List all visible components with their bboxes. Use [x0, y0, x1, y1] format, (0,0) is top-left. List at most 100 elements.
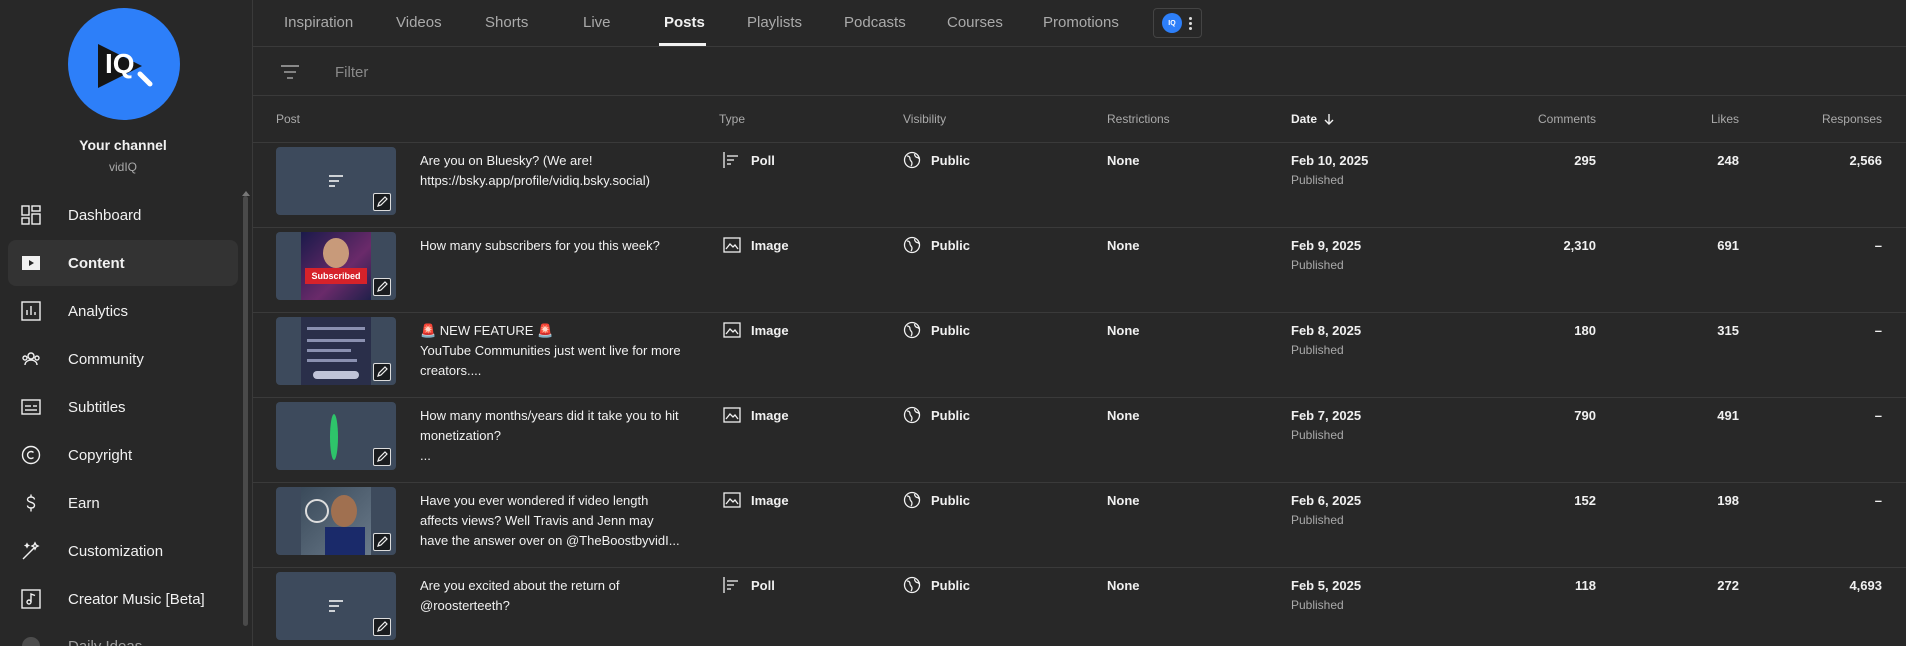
- sidebar-item-subtitles[interactable]: Subtitles: [8, 384, 238, 430]
- responses-cell: –: [1874, 238, 1882, 253]
- type-label: Image: [751, 237, 789, 253]
- header-post[interactable]: Post: [276, 112, 300, 126]
- text-post-icon: [326, 598, 346, 619]
- visibility-cell[interactable]: Public: [903, 321, 970, 339]
- visibility-cell[interactable]: Public: [903, 236, 970, 254]
- responses-cell: –: [1874, 323, 1882, 338]
- header-date[interactable]: Date: [1291, 112, 1335, 126]
- post-text[interactable]: 🚨 NEW FEATURE 🚨 YouTube Communities just…: [420, 321, 682, 381]
- type-label: Poll: [751, 577, 775, 593]
- edit-icon[interactable]: [373, 193, 391, 211]
- creator-music-icon: [21, 589, 41, 609]
- visibility-cell[interactable]: Public: [903, 151, 970, 169]
- post-text[interactable]: Are you on Bluesky? (We are! https://bsk…: [420, 151, 682, 191]
- sidebar-item-dashboard[interactable]: Dashboard: [8, 192, 238, 238]
- post-thumbnail[interactable]: [276, 317, 396, 385]
- sidebar-item-label: Daily Ideas: [68, 637, 143, 646]
- subtitles-icon: [21, 397, 41, 417]
- post-thumbnail[interactable]: [276, 572, 396, 640]
- header-restrictions[interactable]: Restrictions: [1107, 112, 1170, 126]
- filter-input[interactable]: [335, 62, 735, 82]
- sidebar-item-creator-music[interactable]: Creator Music [Beta]: [8, 576, 238, 622]
- image-icon: [723, 491, 741, 509]
- sidebar-item-community[interactable]: Community: [8, 336, 238, 382]
- table-row[interactable]: Have you ever wondered if video length a…: [253, 483, 1906, 568]
- visibility-cell[interactable]: Public: [903, 491, 970, 509]
- date-cell: Feb 10, 2025: [1291, 153, 1369, 168]
- type-label: Poll: [751, 152, 775, 168]
- comments-cell[interactable]: 295: [1574, 153, 1596, 168]
- filter-icon[interactable]: [280, 62, 300, 82]
- globe-icon: [903, 236, 921, 254]
- table-row[interactable]: Subscribed How many subscribers for you t…: [253, 228, 1906, 313]
- header-responses[interactable]: Responses: [1822, 112, 1882, 126]
- comments-cell[interactable]: 180: [1574, 323, 1596, 338]
- tab-inspiration[interactable]: Inspiration: [284, 14, 353, 31]
- tab-shorts[interactable]: Shorts: [485, 14, 528, 31]
- edit-icon[interactable]: [373, 533, 391, 551]
- sidebar: IQ Your channel vidIQ Dashboard Content …: [0, 0, 252, 646]
- globe-icon: [903, 576, 921, 594]
- vidiq-extension-button[interactable]: IQ: [1153, 8, 1202, 38]
- sidebar-item-daily-ideas[interactable]: Daily Ideas: [8, 636, 238, 646]
- tab-promotions[interactable]: Promotions: [1043, 14, 1119, 31]
- header-likes[interactable]: Likes: [1711, 112, 1739, 126]
- restrictions-cell: None: [1107, 408, 1140, 423]
- active-tab-indicator: [659, 43, 706, 46]
- type-cell: Image: [723, 321, 789, 339]
- table-row[interactable]: 🚨 NEW FEATURE 🚨 YouTube Communities just…: [253, 313, 1906, 398]
- type-cell: Poll: [723, 576, 775, 594]
- dashboard-icon: [21, 205, 41, 225]
- date-cell: Feb 7, 2025: [1291, 408, 1362, 423]
- comments-cell[interactable]: 118: [1575, 578, 1596, 593]
- daily-ideas-icon: [21, 636, 41, 646]
- visibility-cell[interactable]: Public: [903, 406, 970, 424]
- table-row[interactable]: Are you excited about the return of @roo…: [253, 568, 1906, 646]
- header-type[interactable]: Type: [719, 112, 745, 126]
- channel-handle: vidIQ: [108, 160, 137, 174]
- edit-icon[interactable]: [373, 618, 391, 636]
- sidebar-item-customization[interactable]: Customization: [8, 528, 238, 574]
- visibility-cell[interactable]: Public: [903, 576, 970, 594]
- table-row[interactable]: How many months/years did it take you to…: [253, 398, 1906, 483]
- post-text[interactable]: How many subscribers for you this week?: [420, 236, 682, 256]
- poll-icon: [723, 151, 741, 169]
- tab-playlists[interactable]: Playlists: [747, 14, 802, 31]
- post-thumbnail[interactable]: Subscribed: [276, 232, 396, 300]
- visibility-label: Public: [931, 577, 971, 593]
- header-comments[interactable]: Comments: [1538, 112, 1596, 126]
- responses-cell: 2,566: [1849, 153, 1882, 168]
- tab-posts[interactable]: Posts: [664, 14, 705, 31]
- table-row[interactable]: Are you on Bluesky? (We are! https://bsk…: [253, 143, 1906, 228]
- status-cell: Published: [1291, 513, 1344, 527]
- edit-icon[interactable]: [373, 363, 391, 381]
- post-thumbnail[interactable]: [276, 487, 396, 555]
- tab-videos[interactable]: Videos: [396, 14, 442, 31]
- channel-avatar[interactable]: IQ: [68, 8, 180, 120]
- tab-courses[interactable]: Courses: [947, 14, 1003, 31]
- sidebar-item-content[interactable]: Content: [8, 240, 238, 286]
- edit-icon[interactable]: [373, 278, 391, 296]
- date-cell: Feb 9, 2025: [1291, 238, 1362, 253]
- sidebar-item-label: Creator Music [Beta]: [68, 590, 205, 608]
- image-icon: [723, 321, 741, 339]
- sidebar-item-copyright[interactable]: Copyright: [8, 432, 238, 478]
- sidebar-item-analytics[interactable]: Analytics: [8, 288, 238, 334]
- edit-icon[interactable]: [373, 448, 391, 466]
- comments-cell[interactable]: 2,310: [1563, 238, 1596, 253]
- post-thumbnail[interactable]: [276, 147, 396, 215]
- post-thumbnail[interactable]: [276, 402, 396, 470]
- date-cell: Feb 6, 2025: [1291, 493, 1362, 508]
- comments-cell[interactable]: 152: [1574, 493, 1596, 508]
- sidebar-scrollbar[interactable]: [243, 196, 248, 626]
- tab-podcasts[interactable]: Podcasts: [844, 14, 906, 31]
- sidebar-item-label: Content: [68, 254, 125, 272]
- sidebar-item-label: Subtitles: [68, 398, 126, 416]
- post-text[interactable]: Are you excited about the return of @roo…: [420, 576, 682, 616]
- tab-live[interactable]: Live: [583, 14, 611, 31]
- comments-cell[interactable]: 790: [1574, 408, 1596, 423]
- post-text[interactable]: How many months/years did it take you to…: [420, 406, 682, 466]
- sidebar-item-earn[interactable]: Earn: [8, 480, 238, 526]
- post-text[interactable]: Have you ever wondered if video length a…: [420, 491, 682, 551]
- header-visibility[interactable]: Visibility: [903, 112, 946, 126]
